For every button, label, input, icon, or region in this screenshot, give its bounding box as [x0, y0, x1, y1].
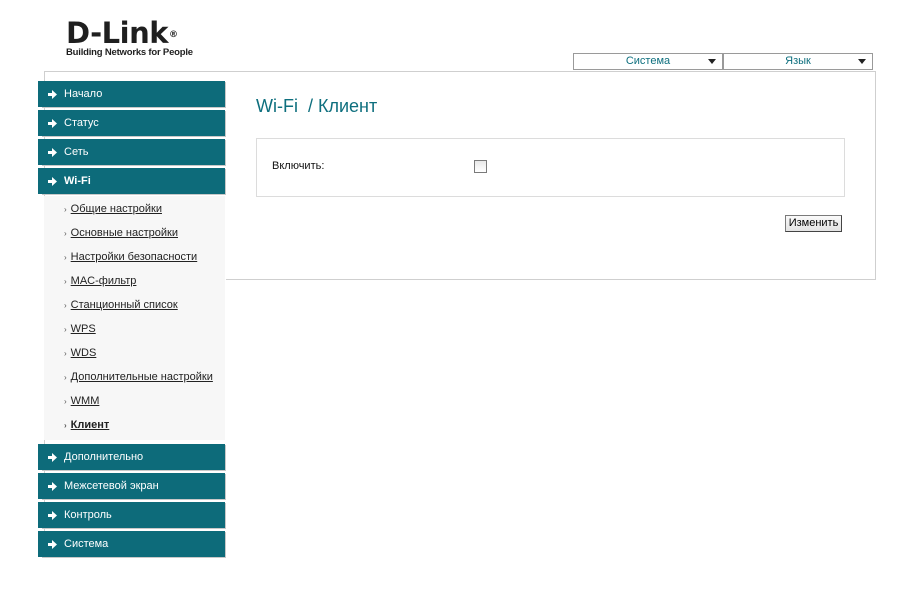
sidebar-item[interactable]: Дополнительно: [38, 444, 225, 470]
language-dropdown-label: Язык: [785, 55, 811, 67]
sidebar-item[interactable]: Сеть: [38, 139, 225, 165]
sidebar-item[interactable]: Статус: [38, 110, 225, 136]
submenu-item[interactable]: › WMM: [64, 395, 99, 407]
chevron-down-icon: [708, 59, 716, 64]
sidebar-item-label: Wi-Fi: [64, 175, 91, 187]
arrow-right-icon: [48, 482, 57, 491]
logo-text: D-Link®: [66, 16, 178, 50]
sidebar-item-label: Межсетевой экран: [64, 480, 159, 492]
bullet-icon: ›: [64, 277, 67, 286]
page-title: Wi-Fi / Клиент: [256, 96, 378, 116]
sidebar-item[interactable]: Начало: [38, 81, 225, 107]
submenu-item[interactable]: › Станционный список: [64, 299, 178, 311]
arrow-right-icon: [48, 540, 57, 549]
submenu-item-label: Станционный список: [70, 299, 178, 311]
submenu-item-label: WPS: [70, 323, 96, 335]
sidebar-item[interactable]: Межсетевой экран: [38, 473, 225, 499]
sidebar-item-label: Статус: [64, 117, 99, 129]
sidebar-item-label: Дополнительно: [64, 451, 144, 463]
submenu-item-label: Настройки безопасности: [70, 251, 198, 263]
bullet-icon: ›: [64, 421, 67, 430]
enable-label: Включить:: [272, 160, 325, 172]
submenu-item-label: WMM: [70, 395, 100, 407]
bullet-icon: ›: [64, 349, 67, 358]
bullet-icon: ›: [64, 301, 67, 310]
submenu-item-label: Дополнительные настройки: [70, 371, 213, 383]
enable-checkbox[interactable]: [474, 160, 487, 173]
submenu-item-label: MAC-фильтр: [70, 275, 137, 287]
submenu-item[interactable]: › Общие настройки: [64, 203, 162, 215]
arrow-right-icon: [48, 511, 57, 520]
form-box: [256, 138, 845, 197]
sidebar-item[interactable]: Система: [38, 531, 225, 557]
sidebar-item-label: Контроль: [64, 509, 112, 521]
submenu-item[interactable]: › Настройки безопасности: [64, 251, 197, 263]
sidebar-item-label: Система: [64, 538, 109, 550]
change-button[interactable]: Изменить: [785, 215, 842, 232]
submenu-item[interactable]: › Дополнительные настройки: [64, 371, 213, 383]
submenu-item-label: Общие настройки: [70, 203, 162, 215]
arrow-right-icon: [48, 119, 57, 128]
submenu-item[interactable]: › MAC-фильтр: [64, 275, 136, 287]
dlink-logo: D-Link® Building Networks for People: [66, 18, 193, 58]
bullet-icon: ›: [64, 373, 67, 382]
submenu-item[interactable]: › Основные настройки: [64, 227, 178, 239]
submenu-item-label: Основные настройки: [70, 227, 178, 239]
bullet-icon: ›: [64, 397, 67, 406]
system-dropdown-label: Система: [625, 55, 671, 67]
bullet-icon: ›: [64, 325, 67, 334]
submenu-item-label: WDS: [70, 347, 97, 359]
submenu-item-label: Клиент: [70, 419, 110, 431]
sidebar-item[interactable]: Контроль: [38, 502, 225, 528]
system-dropdown[interactable]: Система: [573, 53, 723, 70]
sidebar-item-label: Сеть: [64, 146, 89, 158]
bullet-icon: ›: [64, 205, 67, 214]
chevron-down-icon: [858, 59, 866, 64]
bullet-icon: ›: [64, 229, 67, 238]
sidebar-item-label: Начало: [64, 88, 103, 100]
bullet-icon: ›: [64, 253, 67, 262]
submenu-item[interactable]: › Клиент: [64, 419, 109, 431]
arrow-right-icon: [48, 177, 57, 186]
sidebar-item[interactable]: Wi-Fi: [38, 168, 225, 194]
submenu-item[interactable]: › WDS: [64, 347, 96, 359]
arrow-right-icon: [48, 90, 57, 99]
arrow-right-icon: [48, 453, 57, 462]
submenu-item[interactable]: › WPS: [64, 323, 96, 335]
language-dropdown[interactable]: Язык: [723, 53, 873, 70]
arrow-right-icon: [48, 148, 57, 157]
